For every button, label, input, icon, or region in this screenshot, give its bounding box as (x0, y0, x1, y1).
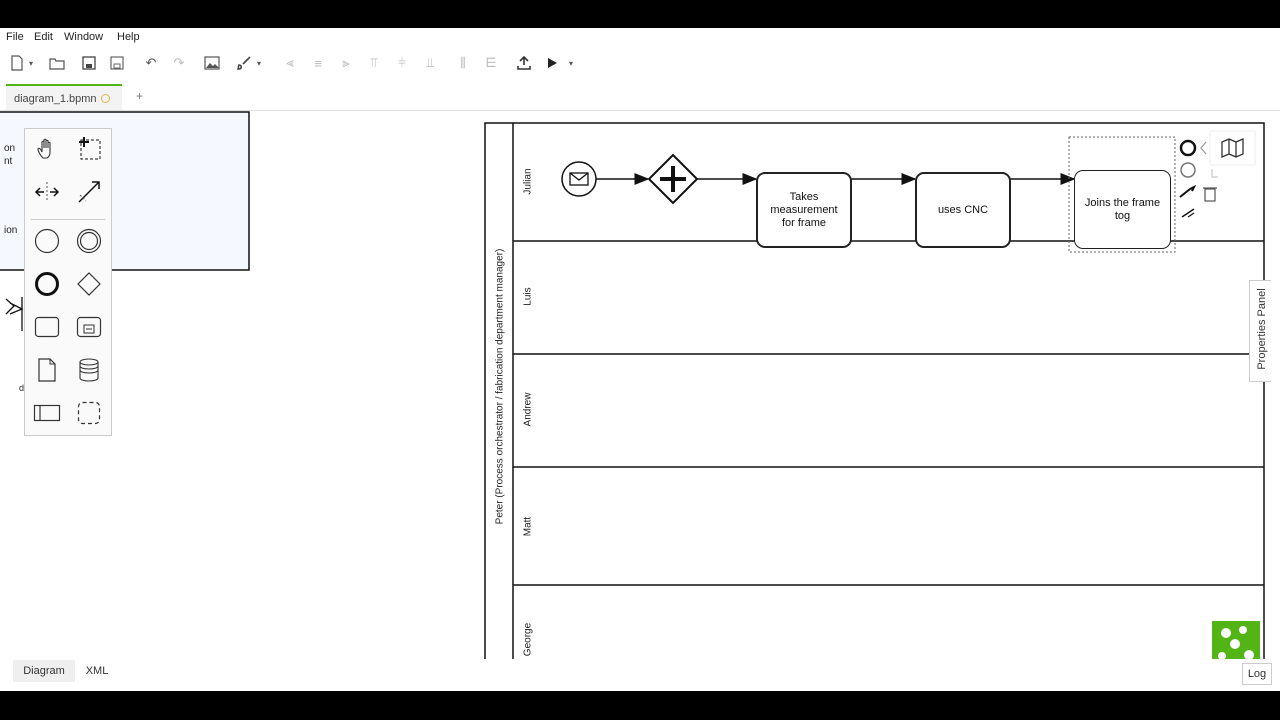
save-as-icon[interactable] (108, 55, 126, 71)
diagram-canvas[interactable]: on nt ion d Peter (Process orchestrator … (0, 111, 1280, 659)
color-brush-icon[interactable] (235, 55, 253, 71)
tool-palette (24, 128, 112, 436)
undo-icon[interactable]: ↶ (142, 55, 160, 71)
task-label: Takes measurement for frame (770, 190, 838, 229)
color-dropdown-icon[interactable]: ▾ (254, 55, 264, 71)
new-file-icon[interactable] (8, 55, 26, 71)
task-label: uses CNC (937, 203, 989, 216)
menu-help[interactable]: Help (117, 31, 140, 43)
deploy-icon[interactable] (515, 55, 533, 71)
toolbar: ▾ ↶ ↷ ▾ ⫷ ≡ ⫸ ⫪ ⫩ ⫫ ⫼ ⋿ ▾ (0, 48, 1280, 78)
lane-label-julian[interactable]: Julian (523, 152, 534, 212)
start-event-icon[interactable] (33, 227, 61, 255)
truncated-label: ion (4, 225, 18, 236)
task-label-editor[interactable]: Joins the frame tog (1083, 197, 1163, 223)
data-store-icon[interactable] (75, 356, 103, 384)
menu-window[interactable]: Window (64, 31, 103, 43)
save-icon[interactable] (80, 55, 98, 71)
add-tab-button[interactable]: + (136, 89, 143, 103)
align-center-icon[interactable]: ≡ (309, 55, 327, 71)
tab-diagram[interactable]: Diagram (13, 660, 75, 682)
align-left-icon[interactable]: ⫷ (281, 55, 299, 71)
truncated-label: nt (4, 156, 13, 167)
modeler-app: File Edit Window Help ▾ ↶ ↷ ▾ ⫷ ≡ ⫸ ⫪ ⫩ (0, 28, 1280, 691)
unsaved-indicator-icon (100, 94, 110, 103)
run-dropdown-icon[interactable]: ▾ (566, 55, 576, 71)
redo-icon[interactable]: ↷ (170, 55, 188, 71)
properties-panel-toggle[interactable]: Properties Panel (1249, 280, 1271, 382)
lane-label-matt[interactable]: Matt (523, 497, 534, 557)
file-tab-bar: diagram_1.bpmn + (0, 84, 1280, 111)
partial-element-fragment (5, 297, 24, 331)
subprocess-icon[interactable] (75, 313, 103, 341)
menu-file[interactable]: File (6, 31, 24, 43)
hand-tool-icon[interactable] (33, 135, 61, 163)
properties-panel-label: Properties Panel (1256, 288, 1268, 370)
minimap-toggle[interactable] (1209, 130, 1256, 166)
open-folder-icon[interactable] (48, 55, 66, 71)
run-icon[interactable] (543, 55, 561, 71)
task-joins-frame-editing[interactable]: Joins the frame tog (1074, 170, 1171, 249)
task-uses-cnc[interactable]: uses CNC (915, 172, 1011, 248)
intermediate-event-icon[interactable] (75, 227, 103, 255)
group-icon[interactable] (75, 399, 103, 427)
global-connect-tool-icon[interactable] (75, 178, 103, 206)
space-tool-icon[interactable] (33, 178, 61, 206)
lane-label-luis[interactable]: Luis (523, 267, 534, 327)
lasso-tool-icon[interactable] (75, 135, 103, 163)
tab-xml[interactable]: XML (80, 660, 114, 682)
align-top-icon[interactable]: ⫪ (365, 55, 383, 71)
data-object-icon[interactable] (33, 356, 61, 384)
tab-title: diagram_1.bpmn (14, 93, 97, 105)
menu-bar: File Edit Window Help (0, 28, 1280, 48)
distribute-vertical-icon[interactable]: ⋿ (482, 55, 500, 71)
palette-separator (31, 219, 105, 220)
bottom-bar: Diagram XML Log (0, 659, 1280, 691)
align-bottom-icon[interactable]: ⫫ (421, 55, 439, 71)
participant-pool-icon[interactable] (33, 399, 61, 427)
gateway-icon[interactable] (75, 270, 103, 298)
log-button[interactable]: Log (1242, 663, 1272, 685)
bpmn-io-logo[interactable] (1212, 621, 1260, 659)
distribute-horizontal-icon[interactable]: ⫼ (454, 55, 472, 71)
task-icon[interactable] (33, 313, 61, 341)
lane-label-andrew[interactable]: Andrew (523, 380, 534, 440)
pool-label[interactable]: Peter (Process orchestrator / fabricatio… (495, 212, 506, 562)
menu-edit[interactable]: Edit (34, 31, 53, 43)
truncated-label: on (4, 143, 16, 154)
export-image-icon[interactable] (203, 55, 221, 71)
tab-diagram-file[interactable]: diagram_1.bpmn (6, 84, 122, 110)
end-event-icon[interactable] (33, 270, 61, 298)
message-start-event[interactable] (561, 161, 597, 197)
align-right-icon[interactable]: ⫸ (337, 55, 355, 71)
task-takes-measurement[interactable]: Takes measurement for frame (756, 172, 852, 248)
new-file-dropdown-icon[interactable]: ▾ (26, 55, 36, 71)
align-middle-icon[interactable]: ⫩ (393, 55, 411, 71)
